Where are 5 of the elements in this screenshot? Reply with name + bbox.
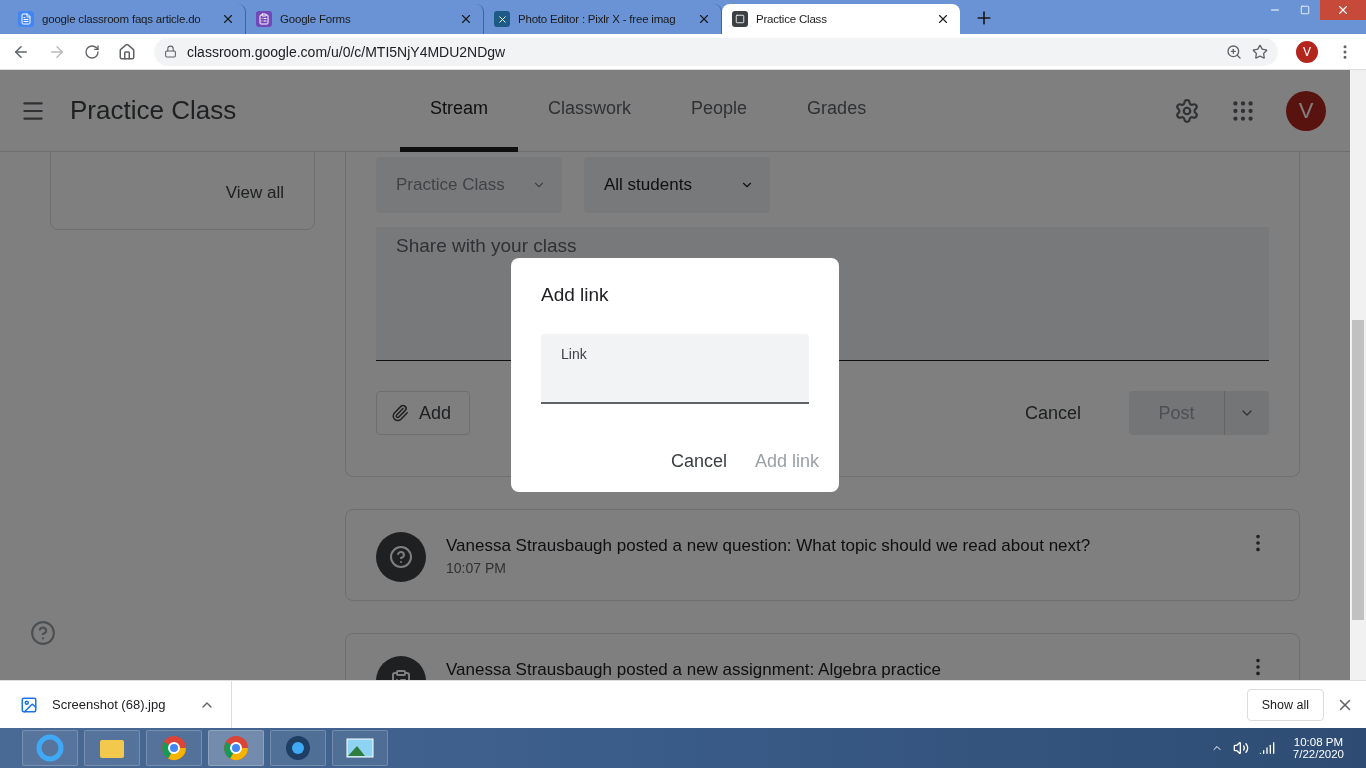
post-text: Vanessa Strausbaugh posted a new question: What topic should we read about next? xyxy=(446,536,1092,556)
dialog-title: Add link xyxy=(541,284,610,306)
post-text: Vanessa Strausbaugh posted a new assignment: Algebra practice xyxy=(446,660,942,680)
post-time: 10:07 PM xyxy=(446,560,507,576)
class-title: Practice Class xyxy=(70,95,238,126)
